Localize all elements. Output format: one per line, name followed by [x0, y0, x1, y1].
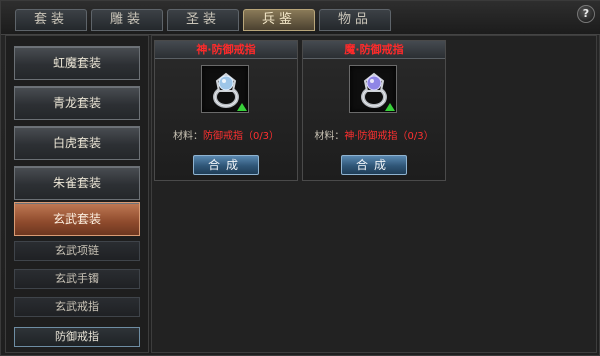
set-item-rainbow[interactable]: 虹魔套装	[14, 46, 140, 80]
compose-panel: 神·防御戒指 材料：防御戒指（0/3） 合成 魔·防御戒指 材料：神·防御戒指（…	[151, 35, 597, 353]
sub-item-necklace[interactable]: 玄武项链	[14, 241, 140, 261]
tab-carving[interactable]: 雕装	[91, 9, 163, 31]
tab-weapon-appraisal[interactable]: 兵鉴	[243, 9, 315, 31]
compose-button[interactable]: 合成	[341, 155, 407, 175]
recipe-card: 神·防御戒指 材料：防御戒指（0/3） 合成	[154, 40, 298, 181]
material-requirement: 材料：防御戒指（0/3）	[155, 127, 297, 142]
upgrade-arrow-icon	[385, 103, 395, 111]
sub-item-defense-ring[interactable]: 防御戒指	[14, 327, 140, 347]
set-item-azure-dragon[interactable]: 青龙套装	[14, 86, 140, 120]
recipe-card: 魔·防御戒指 材料：神·防御戒指（0/3） 合成	[302, 40, 446, 181]
sub-item-bracelet[interactable]: 玄武手镯	[14, 269, 140, 289]
help-icon[interactable]: ?	[577, 5, 595, 23]
material-value: 神·防御戒指（0/3）	[344, 131, 434, 142]
recipe-title: 神·防御戒指	[155, 41, 297, 59]
tab-items[interactable]: 物品	[319, 9, 391, 31]
set-list-panel: 虹魔套装 青龙套装 白虎套装 朱雀套装 玄武套装 玄武项链 玄武手镯 玄武戒指 …	[5, 35, 149, 353]
material-label: 材料：	[314, 131, 345, 142]
tab-holy[interactable]: 圣装	[167, 9, 239, 31]
material-value: 防御戒指（0/3）	[202, 131, 280, 142]
window-frame: 套装 雕装 圣装 兵鉴 物品 ? 虹魔套装 青龙套装 白虎套装 朱雀套装 玄武套…	[0, 0, 600, 356]
compose-button[interactable]: 合成	[193, 155, 259, 175]
item-slot[interactable]	[349, 65, 397, 113]
set-item-vermilion-bird[interactable]: 朱雀套装	[14, 166, 140, 200]
tab-suit[interactable]: 套装	[15, 9, 87, 31]
tab-bar: 套装 雕装 圣装 兵鉴 物品 ?	[1, 1, 600, 35]
material-label: 材料：	[172, 131, 203, 142]
sub-item-ring[interactable]: 玄武戒指	[14, 297, 140, 317]
item-slot[interactable]	[201, 65, 249, 113]
set-item-black-tortoise[interactable]: 玄武套装	[14, 202, 140, 236]
material-requirement: 材料：神·防御戒指（0/3）	[303, 127, 445, 142]
set-item-white-tiger[interactable]: 白虎套装	[14, 126, 140, 160]
upgrade-arrow-icon	[237, 103, 247, 111]
recipe-title: 魔·防御戒指	[303, 41, 445, 59]
